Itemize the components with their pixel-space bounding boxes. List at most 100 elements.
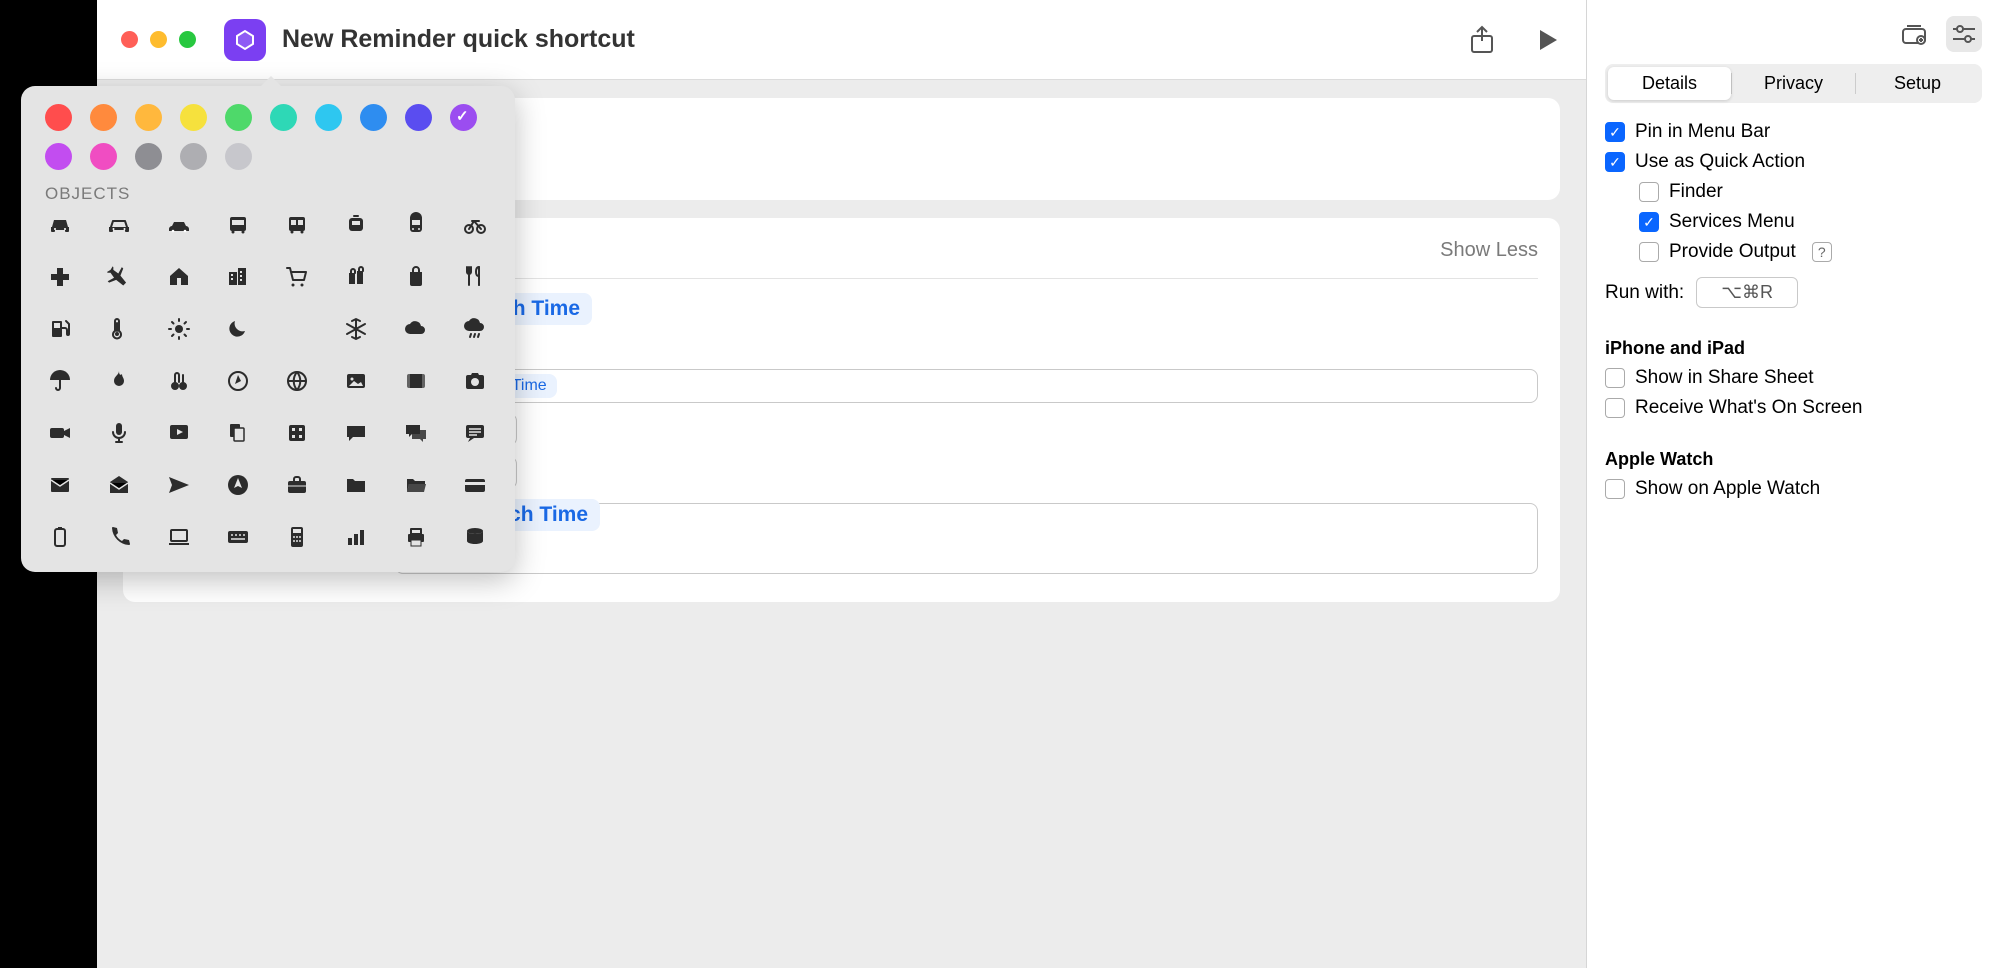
rain-icon[interactable] [460, 314, 490, 344]
sun-icon[interactable] [164, 314, 194, 344]
plane-icon[interactable] [104, 262, 134, 292]
bicycle-icon[interactable] [460, 210, 490, 240]
color-swatch[interactable] [315, 104, 342, 131]
film-icon[interactable] [401, 366, 431, 396]
bars-icon[interactable] [341, 522, 371, 552]
moon-icon[interactable] [223, 314, 253, 344]
utensils-icon[interactable] [460, 262, 490, 292]
close-window[interactable] [121, 31, 138, 48]
laptop-icon[interactable] [164, 522, 194, 552]
keyboard-icon[interactable] [223, 522, 253, 552]
color-swatch[interactable] [90, 104, 117, 131]
moon-fill-icon[interactable] [282, 314, 312, 344]
tab-privacy[interactable]: Privacy [1732, 67, 1855, 100]
mail-icon[interactable] [45, 470, 75, 500]
mic-icon[interactable] [104, 418, 134, 448]
share-icon[interactable] [1468, 26, 1496, 54]
color-swatch[interactable] [180, 143, 207, 170]
color-swatch[interactable] [90, 143, 117, 170]
video-icon[interactable] [45, 418, 75, 448]
tab-details[interactable]: Details [1608, 67, 1731, 100]
cart-icon[interactable] [282, 262, 312, 292]
cloud-icon[interactable] [401, 314, 431, 344]
color-swatch[interactable] [45, 104, 72, 131]
color-swatch[interactable] [180, 104, 207, 131]
color-swatch[interactable] [135, 143, 162, 170]
chat-icon[interactable] [341, 418, 371, 448]
provide-output-checkbox[interactable] [1639, 242, 1659, 262]
fuel-icon[interactable] [45, 314, 75, 344]
shortcut-icon-button[interactable] [224, 19, 266, 61]
color-swatch[interactable] [225, 104, 252, 131]
compass-icon[interactable] [223, 366, 253, 396]
bag-icon[interactable] [401, 262, 431, 292]
tab-setup[interactable]: Setup [1856, 67, 1979, 100]
color-swatch[interactable] [45, 143, 72, 170]
flame-icon[interactable] [104, 366, 134, 396]
titlebar: New Reminder quick shortcut [97, 0, 1586, 80]
bags-icon[interactable] [341, 262, 371, 292]
send-icon[interactable] [164, 470, 194, 500]
car-sport-icon[interactable] [164, 210, 194, 240]
url-field[interactable]: Ask Each Time [395, 369, 1538, 403]
nav-fill-icon[interactable] [223, 470, 253, 500]
house-icon[interactable] [164, 262, 194, 292]
envelope-open-icon[interactable] [104, 470, 134, 500]
buildings-icon[interactable] [223, 262, 253, 292]
calc-icon[interactable] [282, 522, 312, 552]
camera-icon[interactable] [460, 366, 490, 396]
show-watch-checkbox[interactable] [1605, 479, 1625, 499]
tram-icon[interactable] [341, 210, 371, 240]
services-label: Services Menu [1669, 211, 1795, 233]
folder-icon[interactable] [341, 470, 371, 500]
message-icon[interactable] [460, 418, 490, 448]
plus-medical-icon[interactable] [45, 262, 75, 292]
credit-icon[interactable] [460, 470, 490, 500]
keyboard-shortcut-field[interactable]: ⌥⌘R [1696, 277, 1798, 308]
receive-screen-checkbox[interactable] [1605, 398, 1625, 418]
library-icon[interactable] [1896, 16, 1932, 52]
finder-checkbox[interactable] [1639, 182, 1659, 202]
minimize-window[interactable] [150, 31, 167, 48]
globe-icon[interactable] [282, 366, 312, 396]
image-icon[interactable] [341, 366, 371, 396]
color-swatch[interactable] [450, 104, 477, 131]
show-less-button[interactable]: Show Less [1440, 239, 1538, 262]
subway-icon[interactable] [401, 210, 431, 240]
run-icon[interactable] [1534, 26, 1562, 54]
printer-icon[interactable] [401, 522, 431, 552]
iphone-ipad-section: iPhone and iPad [1605, 338, 1982, 359]
objects-heading: OBJECTS [45, 184, 491, 204]
help-icon[interactable]: ? [1812, 242, 1832, 262]
folder-open-icon[interactable] [401, 470, 431, 500]
phone-icon[interactable] [104, 522, 134, 552]
car2-icon[interactable] [104, 210, 134, 240]
play-icon[interactable] [164, 418, 194, 448]
car-icon[interactable] [45, 210, 75, 240]
zoom-window[interactable] [179, 31, 196, 48]
run-with-label: Run with: [1605, 282, 1684, 304]
doc-dup-icon[interactable] [223, 418, 253, 448]
battery-icon[interactable] [45, 522, 75, 552]
color-swatch[interactable] [405, 104, 432, 131]
calc-sq-icon[interactable] [282, 418, 312, 448]
color-swatch[interactable] [360, 104, 387, 131]
binoc-icon[interactable] [164, 366, 194, 396]
color-swatch[interactable] [135, 104, 162, 131]
share-sheet-checkbox[interactable] [1605, 368, 1625, 388]
quick-action-checkbox[interactable]: ✓ [1605, 152, 1625, 172]
brief-icon[interactable] [282, 470, 312, 500]
bus2-icon[interactable] [282, 210, 312, 240]
pin-menubar-label: Pin in Menu Bar [1635, 121, 1770, 143]
chats-icon[interactable] [401, 418, 431, 448]
umbrella-icon[interactable] [45, 366, 75, 396]
bus-icon[interactable] [223, 210, 253, 240]
pin-menubar-checkbox[interactable]: ✓ [1605, 122, 1625, 142]
snow-icon[interactable] [341, 314, 371, 344]
color-swatch[interactable] [225, 143, 252, 170]
services-checkbox[interactable]: ✓ [1639, 212, 1659, 232]
color-swatch[interactable] [270, 104, 297, 131]
server-icon[interactable] [460, 522, 490, 552]
settings-icon[interactable] [1946, 16, 1982, 52]
thermo-icon[interactable] [104, 314, 134, 344]
